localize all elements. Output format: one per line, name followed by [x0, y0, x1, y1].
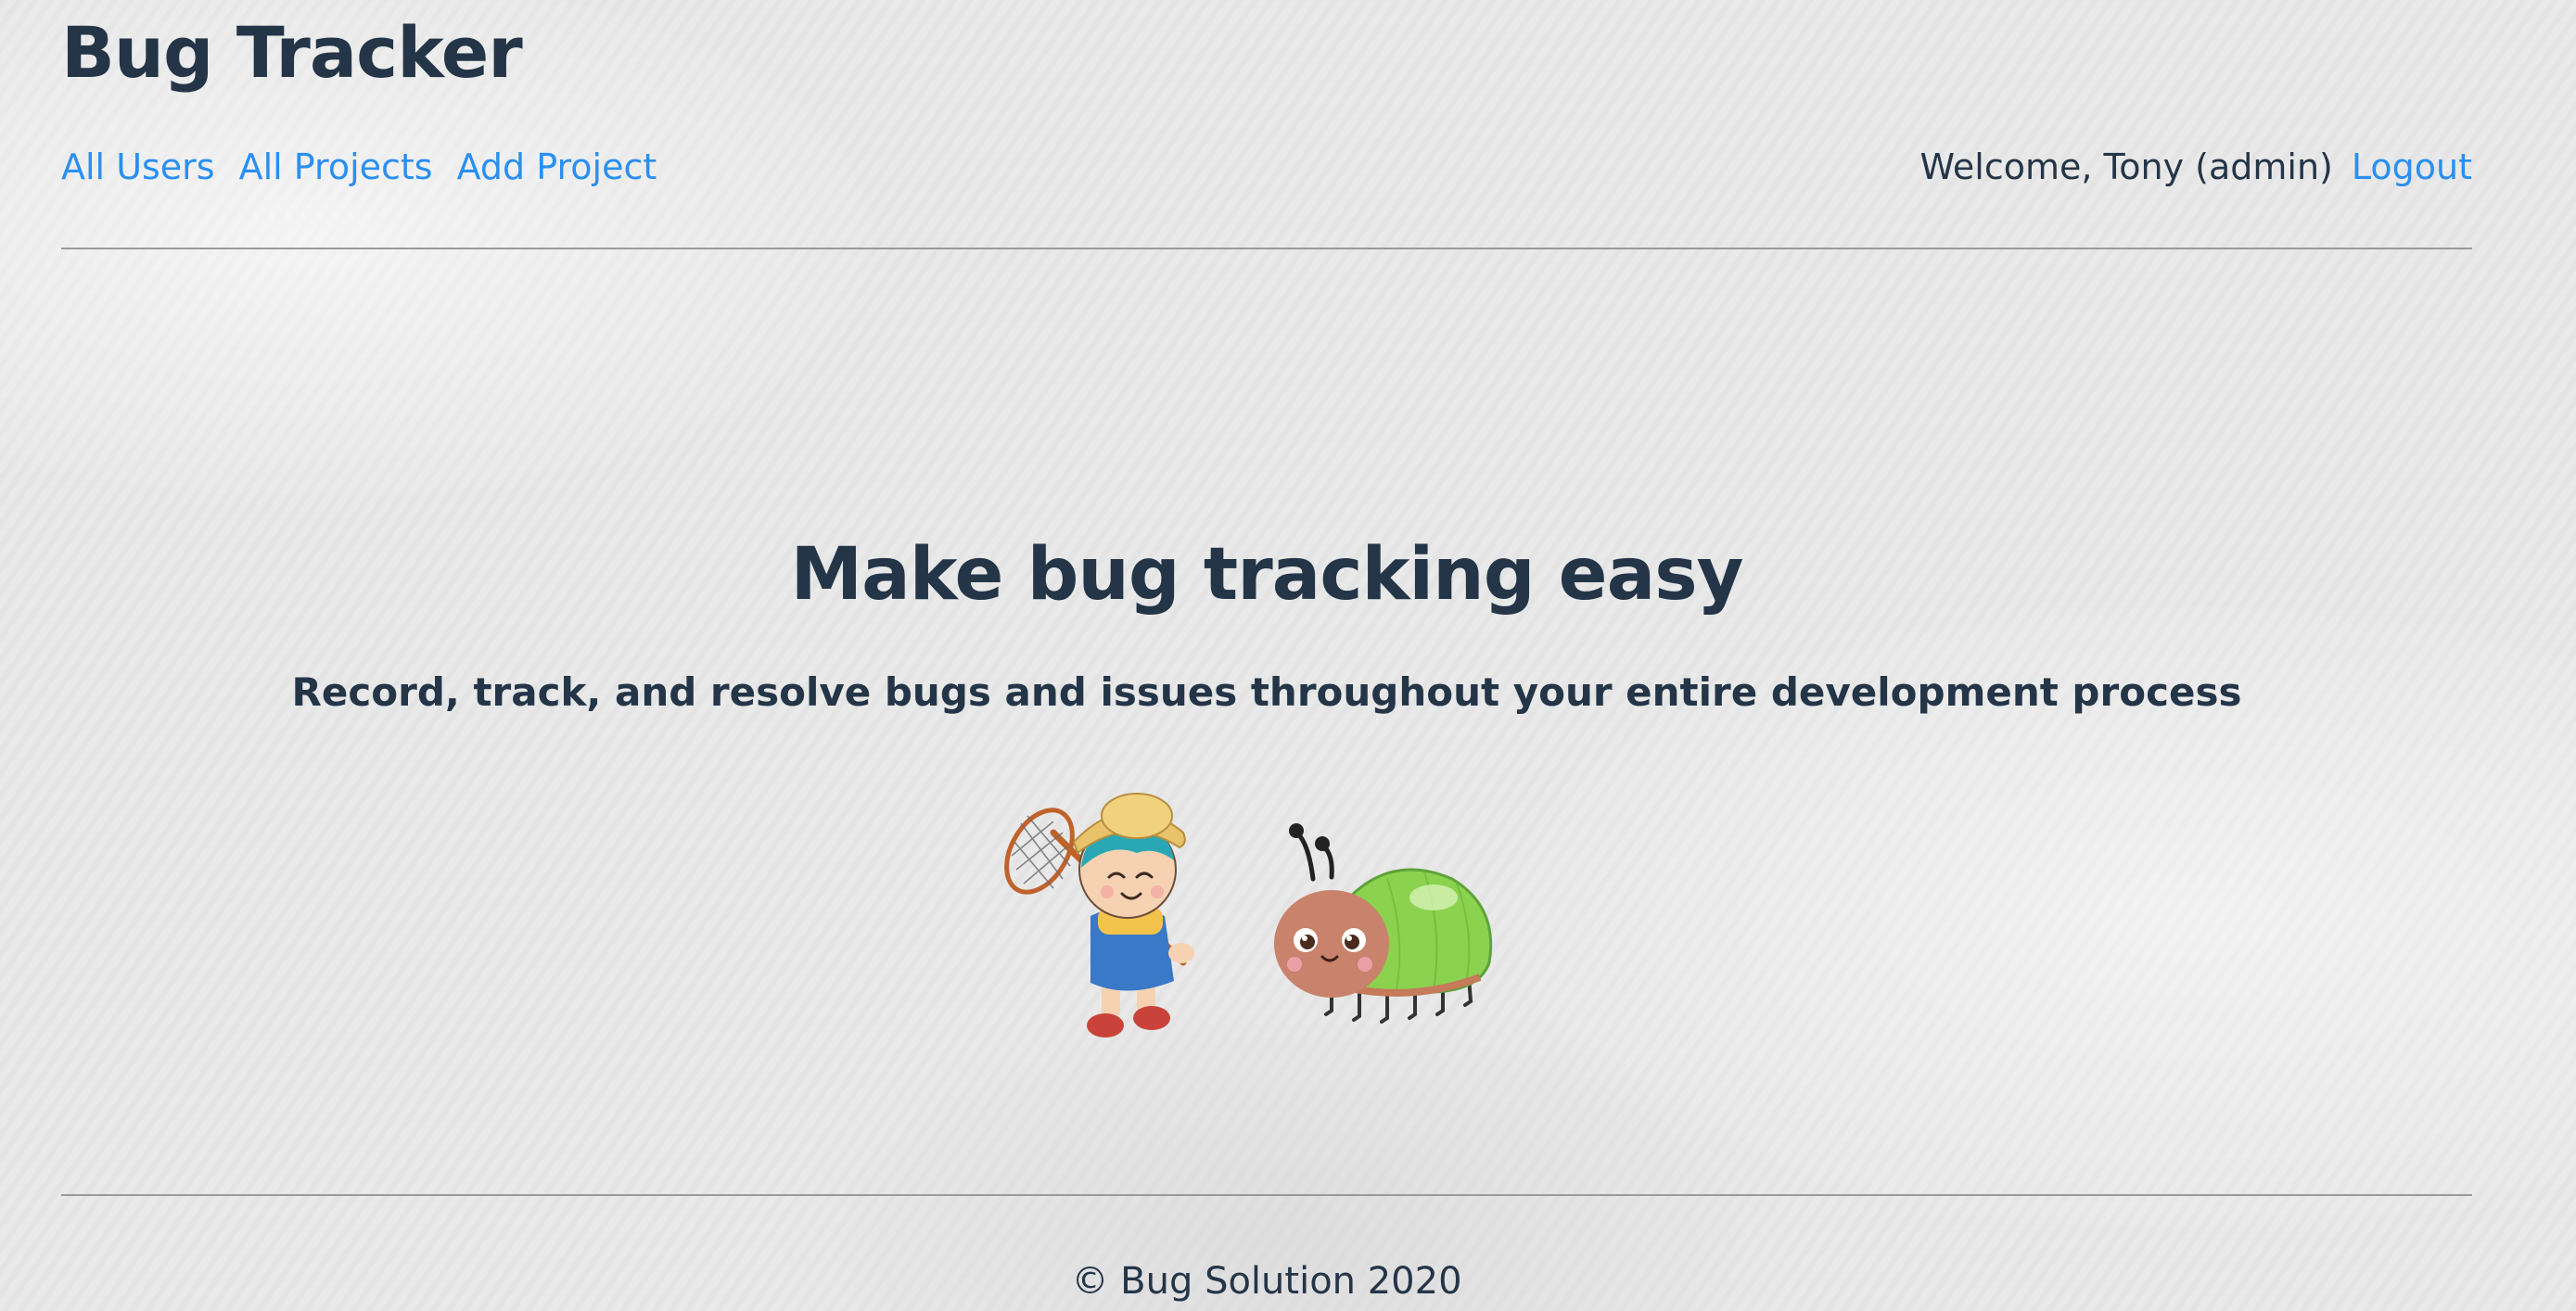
nav-link-all-projects[interactable]: All Projects: [239, 141, 433, 193]
header-divider: [61, 248, 2472, 249]
app-title[interactable]: Bug Tracker: [61, 11, 523, 95]
nav-link-all-users[interactable]: All Users: [61, 141, 215, 193]
hero-title: Make bug tracking easy: [790, 533, 1743, 617]
ladybug-icon: [1274, 823, 1493, 1024]
hero-illustration: [998, 768, 1591, 1064]
logout-link[interactable]: Logout: [2352, 141, 2472, 193]
user-area: Welcome, Tony (admin) Logout: [1920, 141, 2472, 193]
footer-copyright: © Bug Solution 2020: [1071, 1260, 1462, 1303]
welcome-text: Welcome, Tony (admin): [1919, 146, 2333, 187]
footer-divider: [61, 1194, 2472, 1196]
page: Bug Tracker All Users All Projects Add P…: [61, 0, 2472, 1311]
nav-link-add-project[interactable]: Add Project: [457, 141, 657, 193]
main-nav: All Users All Projects Add Project: [61, 141, 657, 193]
hero-subtitle: Record, track, and resolve bugs and issu…: [291, 669, 2242, 715]
